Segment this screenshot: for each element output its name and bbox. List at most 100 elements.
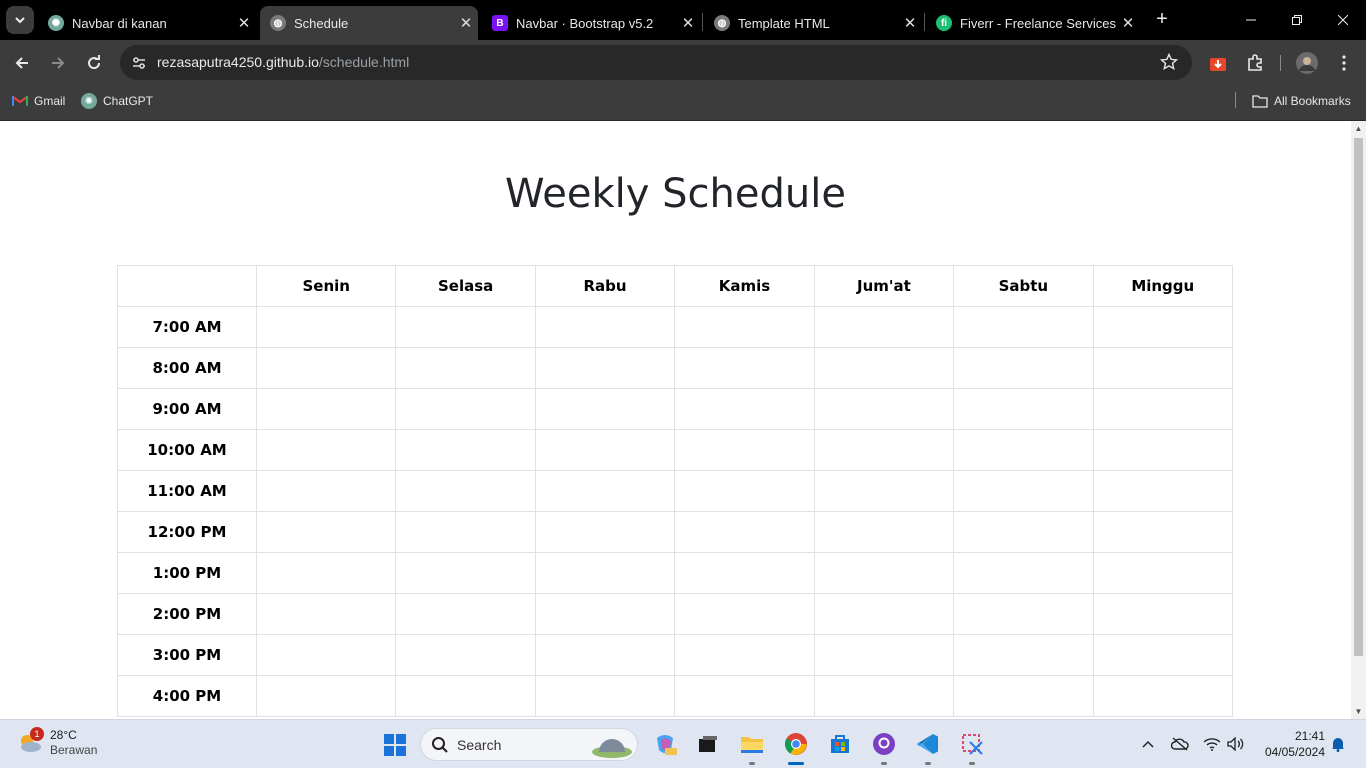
weather-widget[interactable]: 1 28°C Berawan bbox=[16, 727, 97, 758]
microsoft-store-icon[interactable] bbox=[827, 731, 853, 757]
url-text: rezasaputra4250.github.io/schedule.html bbox=[157, 54, 409, 70]
tab-fiverr[interactable]: fi Fiverr - Freelance Services M ✕ bbox=[926, 6, 1140, 40]
close-tab-icon[interactable]: ✕ bbox=[454, 14, 478, 32]
copilot-icon[interactable] bbox=[652, 731, 678, 757]
bookmark-star-icon[interactable] bbox=[1158, 51, 1180, 73]
table-row: 12:00 PM bbox=[117, 511, 1234, 553]
schedule-cell bbox=[534, 511, 676, 553]
tab-navbar-bootstrap[interactable]: B Navbar · Bootstrap v5.2 ✕ bbox=[482, 6, 700, 40]
schedule-cell bbox=[953, 634, 1094, 676]
scroll-thumb[interactable] bbox=[1354, 138, 1363, 656]
schedule-cell bbox=[534, 388, 676, 430]
chevron-up-icon[interactable] bbox=[1138, 734, 1158, 754]
back-button[interactable] bbox=[8, 49, 36, 77]
tab-navbar-di-kanan[interactable]: ✺ Navbar di kanan ✕ bbox=[38, 6, 256, 40]
schedule-cell bbox=[1092, 347, 1234, 389]
schedule-cell bbox=[813, 634, 955, 676]
new-tab-button[interactable]: + bbox=[1150, 8, 1174, 32]
extension-download-icon[interactable] bbox=[1206, 51, 1230, 75]
schedule-cell bbox=[1092, 306, 1234, 348]
close-icon bbox=[1338, 15, 1348, 25]
address-bar[interactable]: rezasaputra4250.github.io/schedule.html bbox=[120, 45, 1192, 80]
system-clock[interactable]: 21:41 04/05/2024 bbox=[1255, 728, 1325, 760]
url-path: /schedule.html bbox=[318, 54, 410, 70]
schedule-cell bbox=[1092, 511, 1234, 553]
tab-schedule[interactable]: ◍ Schedule ✕ bbox=[260, 6, 478, 40]
weather-badge: 1 bbox=[30, 727, 44, 741]
close-tab-icon[interactable]: ✕ bbox=[676, 14, 700, 32]
wifi-icon[interactable] bbox=[1202, 734, 1222, 754]
schedule-cell bbox=[255, 347, 397, 389]
gmail-icon bbox=[12, 93, 28, 109]
file-explorer-icon[interactable] bbox=[739, 731, 765, 765]
close-tab-icon[interactable]: ✕ bbox=[898, 14, 922, 32]
schedule-cell bbox=[674, 306, 815, 348]
restore-icon bbox=[1292, 15, 1302, 25]
restore-button[interactable] bbox=[1274, 0, 1320, 40]
table-row: 8:00 AM bbox=[117, 347, 1234, 389]
taskbar-search[interactable]: Search bbox=[420, 728, 638, 761]
page-scrollbar[interactable]: ▲ ▼ bbox=[1351, 121, 1366, 719]
search-icon bbox=[432, 737, 448, 753]
task-view-icon[interactable] bbox=[695, 731, 721, 757]
bookmarks-bar: Gmail ✺ ChatGPT All Bookmarks bbox=[0, 86, 1366, 121]
more-menu-icon[interactable] bbox=[1332, 51, 1356, 75]
minimize-button[interactable] bbox=[1228, 0, 1274, 40]
all-bookmarks-button[interactable]: All Bookmarks bbox=[1252, 93, 1351, 109]
day-header: Senin bbox=[255, 265, 397, 307]
bookmark-gmail[interactable]: Gmail bbox=[12, 93, 65, 109]
close-tab-icon[interactable]: ✕ bbox=[1116, 14, 1140, 32]
notification-bell-icon[interactable] bbox=[1328, 734, 1348, 754]
close-tab-icon[interactable]: ✕ bbox=[232, 14, 256, 32]
onedrive-off-icon[interactable] bbox=[1170, 734, 1190, 754]
url-host: rezasaputra4250.github.io bbox=[157, 54, 319, 70]
schedule-cell bbox=[813, 511, 955, 553]
chatgpt-icon: ✺ bbox=[81, 93, 97, 109]
arrow-left-icon bbox=[15, 57, 28, 69]
scroll-up-arrow-icon[interactable]: ▲ bbox=[1351, 121, 1366, 136]
time-cell: 4:00 PM bbox=[117, 675, 257, 717]
schedule-cell bbox=[953, 306, 1094, 348]
schedule-cell bbox=[255, 552, 397, 594]
schedule-cell bbox=[534, 593, 676, 635]
profile-avatar[interactable] bbox=[1295, 51, 1319, 75]
scroll-down-arrow-icon[interactable]: ▼ bbox=[1351, 704, 1366, 719]
bookmark-chatgpt[interactable]: ✺ ChatGPT bbox=[81, 93, 153, 109]
schedule-cell bbox=[953, 675, 1094, 717]
browser-toolbar: rezasaputra4250.github.io/schedule.html bbox=[0, 40, 1366, 86]
close-window-button[interactable] bbox=[1320, 0, 1366, 40]
schedule-cell bbox=[674, 511, 815, 553]
page-title: Weekly Schedule bbox=[505, 171, 846, 217]
tab-template-html[interactable]: ◍ Template HTML ✕ bbox=[704, 6, 922, 40]
clock-date: 04/05/2024 bbox=[1264, 745, 1325, 759]
bookmark-label: Gmail bbox=[34, 94, 66, 108]
extensions-puzzle-icon[interactable] bbox=[1243, 51, 1267, 75]
clock-time: 21:41 bbox=[1294, 729, 1325, 743]
volume-icon[interactable] bbox=[1226, 734, 1246, 754]
reload-button[interactable] bbox=[80, 49, 108, 77]
site-info-icon[interactable] bbox=[128, 52, 150, 74]
vscode-icon[interactable] bbox=[915, 731, 941, 765]
github-desktop-icon[interactable] bbox=[871, 731, 897, 765]
day-header: Selasa bbox=[395, 265, 536, 307]
table-row: 9:00 AM bbox=[117, 388, 1234, 430]
tab-search-button[interactable] bbox=[6, 6, 34, 34]
snipping-tool-icon[interactable] bbox=[959, 731, 985, 765]
schedule-cell bbox=[953, 593, 1094, 635]
schedule-cell bbox=[534, 429, 676, 471]
schedule-cell bbox=[953, 388, 1094, 430]
tab-title: Navbar · Bootstrap v5.2 bbox=[516, 15, 654, 31]
schedule-cell bbox=[813, 306, 955, 348]
forward-button[interactable] bbox=[44, 49, 72, 77]
chrome-icon[interactable] bbox=[783, 731, 809, 765]
cloudy-sun-icon: 1 bbox=[16, 727, 44, 756]
schedule-cell bbox=[813, 552, 955, 594]
day-header: Rabu bbox=[534, 265, 676, 307]
all-bookmarks-label: All Bookmarks bbox=[1274, 94, 1351, 108]
table-row: 7:00 AM bbox=[117, 306, 1234, 348]
schedule-cell bbox=[395, 470, 536, 512]
schedule-cell bbox=[674, 593, 815, 635]
taskbar: 1 28°C Berawan Search 21:41 04/05/2024 bbox=[0, 719, 1366, 768]
day-header: Kamis bbox=[674, 265, 815, 307]
windows-start-icon[interactable] bbox=[384, 734, 406, 756]
